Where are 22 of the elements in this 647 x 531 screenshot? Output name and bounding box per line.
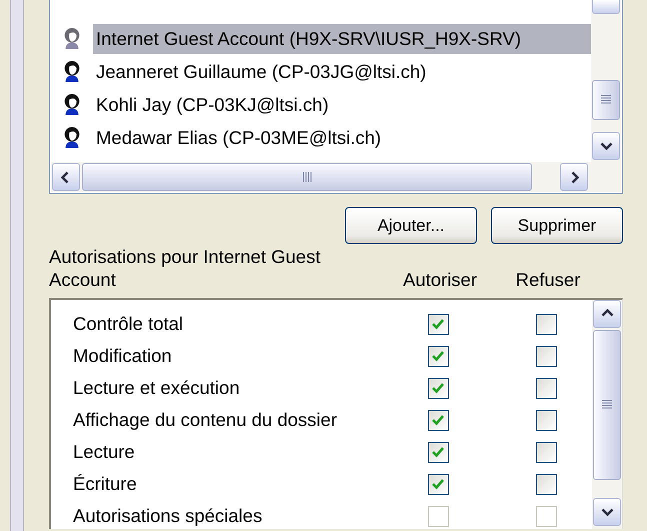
grip-icon (601, 95, 611, 105)
permission-name: Contrôle total (73, 313, 184, 335)
action-button[interactable]: Supprimer (491, 207, 623, 244)
scroll-thumb[interactable] (592, 80, 620, 120)
vertical-scrollbar[interactable] (591, 0, 621, 162)
permissions-label: Autorisations pour Internet Guest Account (49, 245, 322, 291)
user-list-item[interactable]: Jeanneret Guillaume (CP-03JG@ltsi.ch) (93, 56, 432, 86)
permission-name: Affichage du contenu du dossier (73, 409, 338, 431)
permission-name: Modification (73, 345, 173, 367)
scroll-down-icon (600, 140, 612, 152)
column-header: Autoriser (402, 268, 478, 291)
permission-name: Lecture et exécution (73, 377, 241, 399)
user-list-item[interactable]: Medawar Elias (CP-03ME@ltsi.ch) (93, 122, 388, 152)
scroll-thumb[interactable] (82, 163, 532, 191)
column-header: Refuser (514, 268, 582, 291)
permission-name: Lecture (73, 441, 136, 463)
permission-name: Écriture (73, 473, 138, 495)
action-button[interactable]: Ajouter... (345, 207, 477, 244)
horizontal-scrollbar[interactable] (51, 162, 621, 192)
user-list-item[interactable]: Kohli Jay (CP-03KJ@ltsi.ch) (93, 90, 335, 120)
permission-name: Autorisations spéciales (73, 505, 264, 527)
grip-icon (301, 172, 313, 182)
